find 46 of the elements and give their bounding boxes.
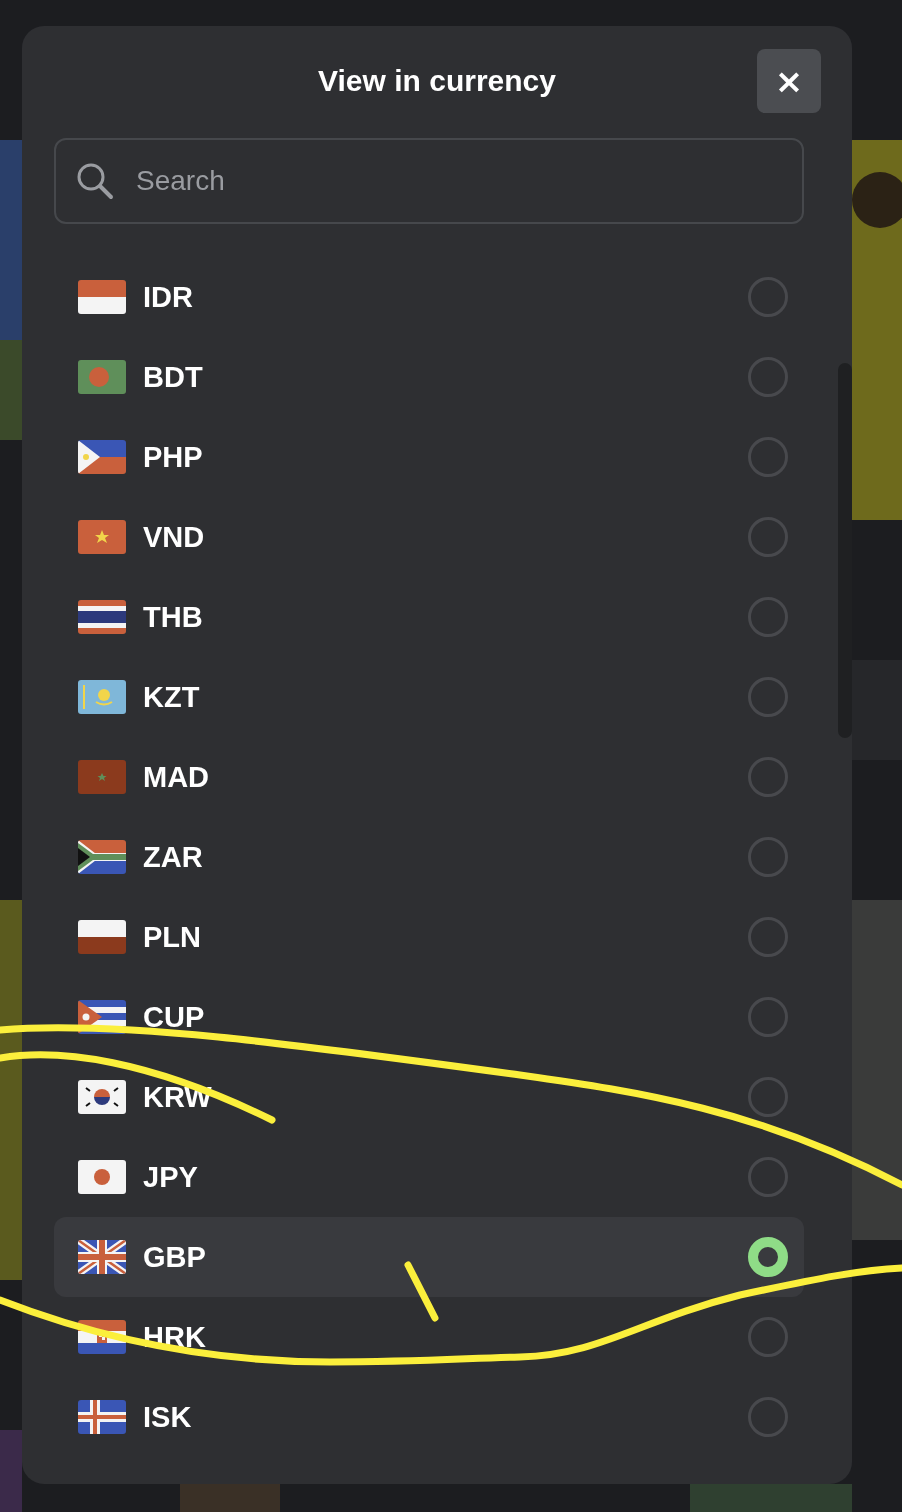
currency-option[interactable]: THB (54, 577, 804, 657)
close-button[interactable]: × (757, 49, 821, 113)
radio-button[interactable] (748, 917, 788, 957)
flag-icon (78, 360, 126, 394)
radio-button[interactable] (748, 277, 788, 317)
currency-option[interactable]: ISK (54, 1377, 804, 1457)
radio-button[interactable] (748, 357, 788, 397)
flag-icon (78, 680, 126, 714)
currency-option[interactable]: CUP (54, 977, 804, 1057)
currency-option[interactable]: KZT (54, 657, 804, 737)
radio-button[interactable] (748, 597, 788, 637)
currency-option[interactable]: MAD (54, 737, 804, 817)
radio-button[interactable] (748, 677, 788, 717)
currency-option[interactable]: PLN (54, 897, 804, 977)
flag-icon (78, 280, 126, 314)
radio-button[interactable] (748, 1317, 788, 1357)
flag-icon (78, 600, 126, 634)
flag-icon (78, 1080, 126, 1114)
flag-icon (78, 440, 126, 474)
currency-option[interactable]: VND (54, 497, 804, 577)
flag-icon (78, 1160, 126, 1194)
radio-button[interactable] (748, 997, 788, 1037)
currency-option[interactable]: PHP (54, 417, 804, 497)
scrollbar-thumb[interactable] (838, 363, 852, 738)
radio-button[interactable] (748, 1077, 788, 1117)
flag-icon (78, 920, 126, 954)
flag-icon (78, 1240, 126, 1274)
currency-option[interactable]: JPY (54, 1137, 804, 1217)
flag-icon (78, 760, 126, 794)
radio-button[interactable] (748, 1157, 788, 1197)
dialog-title: View in currency (318, 64, 556, 98)
flag-icon (78, 1320, 126, 1354)
currency-option[interactable]: GBP (54, 1217, 804, 1297)
currency-option[interactable]: ZAR (54, 817, 804, 897)
radio-button[interactable] (748, 1397, 788, 1437)
currency-option[interactable]: BDT (54, 337, 804, 417)
flag-icon (78, 840, 126, 874)
flag-icon (78, 1400, 126, 1434)
radio-button[interactable] (748, 517, 788, 557)
radio-button[interactable] (748, 757, 788, 797)
search-field[interactable]: Search (54, 138, 804, 224)
search-icon (76, 162, 114, 200)
radio-button[interactable] (748, 837, 788, 877)
currency-option[interactable]: IDR (54, 257, 804, 337)
flag-icon (78, 520, 126, 554)
radio-button[interactable] (748, 437, 788, 477)
